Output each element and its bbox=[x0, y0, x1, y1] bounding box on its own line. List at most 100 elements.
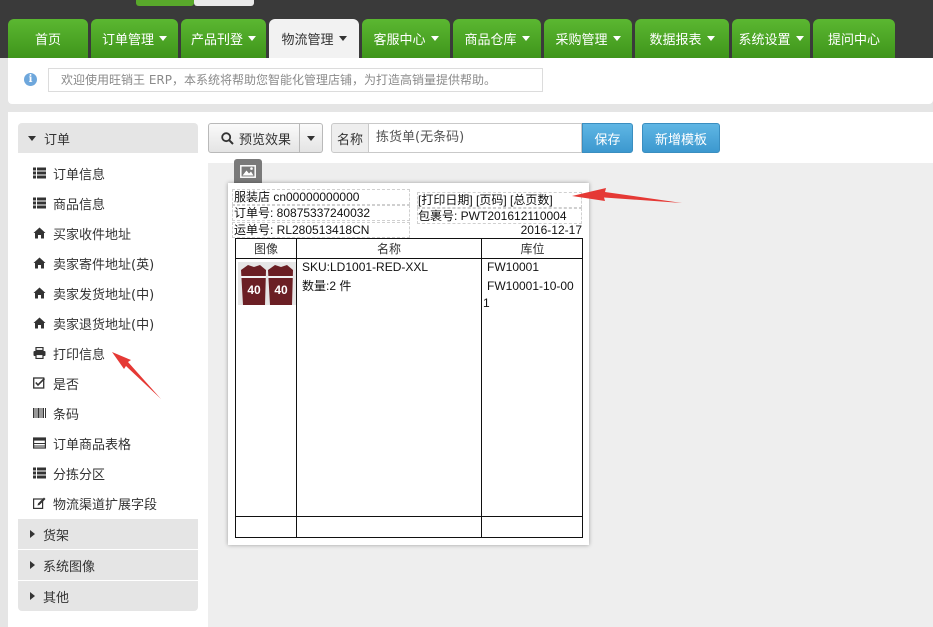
print-icon bbox=[33, 347, 46, 360]
location-text-2: FW10001-10-00 bbox=[487, 279, 574, 293]
sidebar-item-label: 分拣分区 bbox=[53, 467, 106, 483]
sidebar-group-collapsed[interactable]: 系统图像 bbox=[18, 550, 198, 580]
home-icon bbox=[33, 227, 46, 240]
sidebar-group-label: 系统图像 bbox=[43, 559, 96, 575]
tracking-number-field[interactable]: 运单号: RL280513418CN bbox=[232, 222, 410, 238]
table-row-divider bbox=[236, 516, 582, 517]
nav-tab[interactable]: 数据报表 bbox=[635, 19, 729, 58]
sidebar-group-collapsed[interactable]: 其他 bbox=[18, 581, 198, 611]
chevron-down-icon bbox=[248, 36, 257, 41]
sidebar-item-label: 物流渠道扩展字段 bbox=[53, 497, 158, 513]
quantity-text: 数量:2 件 bbox=[302, 279, 352, 293]
sidebar-group-collapsed[interactable]: 货架 bbox=[18, 519, 198, 549]
sidebar-item-label: 卖家发货地址(中) bbox=[53, 287, 155, 303]
nav-tab[interactable]: 商品仓库 bbox=[453, 19, 541, 58]
chevron-right-icon bbox=[30, 592, 35, 600]
nav-tab-label: 产品刊登 bbox=[191, 33, 244, 48]
sidebar-item[interactable]: 卖家发货地址(中) bbox=[18, 278, 198, 308]
nav-tab-label: 系统设置 bbox=[738, 33, 791, 48]
table-header-image: 图像 bbox=[253, 242, 278, 256]
nav-tab[interactable]: 采购管理 bbox=[544, 19, 632, 58]
home-icon bbox=[33, 257, 46, 270]
chevron-down-icon bbox=[430, 36, 439, 41]
group-orders-header[interactable]: 订单 bbox=[18, 123, 198, 153]
nav-tab[interactable]: 物流管理 bbox=[269, 19, 359, 58]
nav-tab-label: 客服中心 bbox=[373, 33, 426, 48]
name-label: 名称 bbox=[331, 123, 369, 153]
chevron-right-icon bbox=[30, 561, 35, 569]
sidebar-item-label: 商品信息 bbox=[53, 197, 106, 213]
print-meta-field[interactable]: [打印日期] [页码] [总页数] bbox=[417, 192, 582, 208]
table-col-divider bbox=[481, 239, 482, 537]
image-icon[interactable] bbox=[234, 159, 262, 183]
sidebar-group-label: 货架 bbox=[43, 528, 70, 544]
sidebar-item[interactable]: 卖家退货地址(中) bbox=[18, 308, 198, 338]
nav-tab[interactable]: 首页 bbox=[8, 19, 88, 58]
sidebar-item[interactable]: 条码 bbox=[18, 398, 198, 428]
shop-name-field[interactable]: 服装店 cn00000000000 bbox=[232, 189, 410, 205]
notice-panel: i 欢迎使用旺销王 ERP，本系统将帮助您智能化管理店铺，为打造高销量提供帮助。 bbox=[8, 58, 933, 104]
nav-tab[interactable]: 提问中心 bbox=[813, 19, 895, 58]
nav-tab-label: 商品仓库 bbox=[464, 33, 517, 48]
sidebar-item[interactable]: 买家收件地址 bbox=[18, 218, 198, 248]
table-header-location: 库位 bbox=[520, 242, 545, 256]
nav-tab[interactable]: 系统设置 bbox=[732, 19, 810, 58]
preview-dropdown-button[interactable] bbox=[300, 123, 323, 153]
sidebar-item-label: 打印信息 bbox=[53, 347, 106, 363]
top-hint-white bbox=[194, 0, 254, 6]
sidebar-item[interactable]: 物流渠道扩展字段 bbox=[18, 488, 198, 518]
group-orders-title: 订单 bbox=[44, 132, 71, 148]
sidebar-item[interactable]: 商品信息 bbox=[18, 188, 198, 218]
chevron-down-icon bbox=[28, 135, 36, 141]
sidebar-item-label: 条码 bbox=[53, 407, 80, 423]
chevron-down-icon bbox=[307, 135, 315, 141]
list-icon bbox=[33, 167, 46, 180]
nav-tab[interactable]: 订单管理 bbox=[91, 19, 178, 58]
table-col-divider bbox=[296, 239, 297, 537]
sidebar-item[interactable]: 订单商品表格 bbox=[18, 428, 198, 458]
sku-text: SKU:LD1001-RED-XXL bbox=[302, 260, 429, 274]
date-field[interactable]: 2016-12-17 bbox=[518, 223, 582, 237]
notice-text: 欢迎使用旺销王 ERP，本系统将帮助您智能化管理店铺，为打造高销量提供帮助。 bbox=[48, 68, 543, 92]
nav-tab[interactable]: 客服中心 bbox=[362, 19, 450, 58]
sidebar-item[interactable]: 打印信息 bbox=[18, 338, 198, 368]
chevron-down-icon bbox=[521, 36, 530, 41]
notice-area: i 欢迎使用旺销王 ERP，本系统将帮助您智能化管理店铺，为打造高销量提供帮助。 bbox=[0, 58, 933, 108]
sidebar-group-label: 其他 bbox=[43, 590, 70, 606]
barcode-icon bbox=[33, 407, 46, 420]
edit-icon bbox=[33, 497, 46, 510]
nav-tab[interactable]: 产品刊登 bbox=[181, 19, 266, 58]
info-icon: i bbox=[24, 73, 37, 86]
location-text-2-wrap: 1 bbox=[483, 296, 490, 310]
sidebar-item-label: 卖家寄件地址(英) bbox=[53, 257, 155, 273]
nav-tab-label: 采购管理 bbox=[555, 33, 608, 48]
sidebar-item[interactable]: 是否 bbox=[18, 368, 198, 398]
jersey-image-icon: 40 40 bbox=[238, 262, 296, 305]
top-hint-green bbox=[136, 0, 194, 6]
list-icon bbox=[33, 197, 46, 210]
template-name-input[interactable]: 拣货单(无条码) bbox=[368, 123, 582, 153]
main-nav: 首页 订单管理 产品刊登 物流管理 客服中心 商品仓库 采购管理 数据报表 系统设置 提问中心 bbox=[8, 19, 895, 58]
sidebar-item[interactable]: 卖家寄件地址(英) bbox=[18, 248, 198, 278]
sidebar-item[interactable]: 分拣分区 bbox=[18, 458, 198, 488]
nav-tab-label: 提问中心 bbox=[827, 33, 880, 48]
list-icon bbox=[33, 467, 46, 480]
chevron-down-icon bbox=[338, 36, 347, 41]
sidebar-item-label: 买家收件地址 bbox=[53, 227, 132, 243]
nav-tab-label: 订单管理 bbox=[102, 33, 155, 48]
search-icon bbox=[221, 131, 234, 145]
order-number-field[interactable]: 订单号: 80875337240032 bbox=[232, 205, 410, 221]
preview-button[interactable]: 预览效果 bbox=[208, 123, 300, 153]
sidebar-item-label: 订单商品表格 bbox=[53, 437, 132, 453]
location-text-1: FW10001 bbox=[487, 260, 540, 274]
group-orders-list: 订单信息商品信息买家收件地址卖家寄件地址(英) 卖家发货地址(中) 卖家退货地址(中… bbox=[18, 153, 198, 518]
save-button[interactable]: 保存 bbox=[582, 123, 633, 153]
new-template-button[interactable]: 新增模板 bbox=[642, 123, 720, 153]
package-number-field[interactable]: 包裹号: PWT201612110004 bbox=[417, 208, 582, 224]
sidebar-item-label: 是否 bbox=[53, 377, 80, 393]
sidebar-item[interactable]: 订单信息 bbox=[18, 158, 198, 188]
chevron-down-icon bbox=[795, 36, 804, 41]
chevron-down-icon bbox=[612, 36, 621, 41]
order-items-table[interactable]: 图像 名称 库位 40 40 SKU:LD1001-RED-XXL 数量:2 件… bbox=[235, 238, 583, 538]
table-header-name: 名称 bbox=[376, 242, 401, 256]
